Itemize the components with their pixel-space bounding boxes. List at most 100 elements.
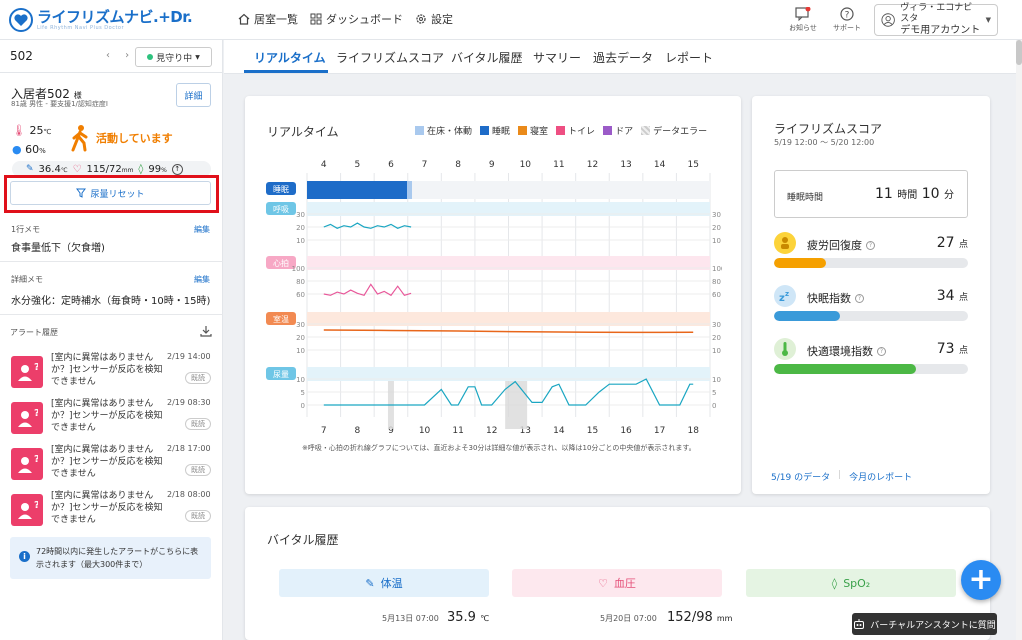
- nav-settings[interactable]: 設定: [415, 11, 453, 27]
- alert-item[interactable]: ? [室内に異常はありませんか？]センサーが反応を検知できません 2/19 08…: [10, 398, 212, 444]
- add-button[interactable]: +: [961, 560, 1001, 600]
- help-icon[interactable]: ?: [855, 293, 864, 303]
- download-icon[interactable]: [200, 325, 212, 337]
- thermometer-icon: [774, 338, 796, 360]
- bp-unit: mm: [716, 614, 733, 623]
- score-bar-fill: [774, 364, 916, 374]
- y-tick-label: 100: [292, 265, 305, 273]
- y-tick-label: 20: [712, 224, 721, 232]
- temp-unit: ℃: [43, 128, 52, 136]
- sleep-index-label: 快眠指数: [807, 292, 851, 305]
- room-temperature: 25: [29, 124, 44, 137]
- sleep-bar: [307, 181, 407, 199]
- vital-history-title: バイタル履歴: [267, 533, 339, 547]
- memo1-edit-link[interactable]: 編集: [194, 224, 210, 235]
- score-links: 5/19 のデータ | 今月のレポート: [771, 470, 912, 483]
- legend-label: データエラー: [653, 127, 708, 137]
- account-menu[interactable]: ヴィラ・エコナビスタ デモ用アカウント ▼: [874, 3, 998, 36]
- tab-liferhythm-score[interactable]: ライフリズムスコア: [336, 49, 444, 66]
- heart-icon: ♡: [72, 163, 82, 175]
- room-environment: 🌡 25℃ ● 60%: [12, 122, 51, 160]
- status-dot-icon: [147, 54, 154, 60]
- humidity-icon: ●: [12, 143, 22, 156]
- alert-read-badge: 既読: [185, 464, 211, 476]
- y-tick-label: 10: [712, 376, 721, 384]
- tab-report[interactable]: レポート: [665, 49, 713, 66]
- room-nav-arrows[interactable]: ‹ ›: [106, 50, 135, 61]
- alert-info-box: i 72時間以内に発生したアラートがこちらに表示されます（最大300件まで）: [10, 537, 211, 579]
- support-button[interactable]: ? サポート: [830, 7, 864, 33]
- virtual-assistant-button[interactable]: バーチャルアシスタントに質問: [852, 613, 997, 635]
- y-tick-label: 20: [712, 334, 721, 342]
- thermometer-icon: 🌡: [12, 124, 26, 137]
- vital-tile-blood-pressure[interactable]: ♡ 血圧: [512, 569, 722, 597]
- detail-button[interactable]: 詳細: [176, 83, 211, 107]
- logo-text: ライフリズムナビ.+Dr.: [37, 8, 193, 26]
- funnel-icon: [76, 188, 87, 198]
- row-label: 尿量: [273, 370, 289, 379]
- monitoring-status-select[interactable]: 見守り中 ▼: [135, 47, 212, 67]
- tab-summary[interactable]: サマリー: [533, 49, 581, 66]
- vital-tile-spo2[interactable]: ◊ SpO₂: [746, 569, 956, 597]
- row-label: 心拍: [273, 258, 289, 268]
- scrollbar-thumb[interactable]: [1016, 40, 1022, 65]
- svg-text:z: z: [785, 290, 789, 298]
- alert-item[interactable]: ? [室内に異常はありませんか？]センサーが反応を検知できません 2/18 17…: [10, 444, 212, 490]
- chevron-down-icon: ▼: [195, 53, 200, 61]
- legend-swatch: [518, 126, 528, 135]
- y-tick-label: 30: [712, 321, 721, 329]
- nav-settings-label: 設定: [431, 13, 453, 26]
- help-icon[interactable]: ?: [866, 240, 875, 250]
- nav-rooms[interactable]: 居室一覧: [238, 11, 298, 27]
- app-header: ライフリズムナビ.+Dr. Life Rhythm Navi Plus Doct…: [0, 0, 1022, 40]
- alert-read-badge: 既読: [185, 372, 211, 384]
- y-tick-label: 60: [712, 291, 721, 299]
- x-tick-label: 10: [520, 160, 532, 170]
- notice-button[interactable]: お知らせ: [786, 7, 820, 33]
- score-bar: [774, 258, 968, 268]
- chart-note: ※呼吸・心拍の折れ線グラフについては、直近およそ30分は詳細な値が表示され、以降…: [302, 444, 696, 452]
- point-unit: 点: [958, 240, 968, 250]
- app-logo[interactable]: ライフリズムナビ.+Dr. Life Rhythm Navi Plus Doct…: [9, 7, 193, 33]
- alert-item[interactable]: ? [室内に異常はありませんか？]センサーが反応を検知できません 2/19 14…: [10, 352, 212, 398]
- help-icon[interactable]: ?: [877, 346, 886, 356]
- y-tick-label: 80: [296, 278, 305, 286]
- tab-past-data[interactable]: 過去データ: [593, 49, 653, 66]
- info-icon: i: [19, 551, 30, 562]
- spo2: 99: [148, 163, 162, 175]
- svg-text:?: ?: [34, 408, 38, 419]
- tab-realtime[interactable]: リアルタイム: [254, 49, 326, 66]
- bed-bar: [407, 181, 412, 199]
- sleep-time-label: 睡眠時間: [787, 193, 824, 203]
- notification-icon: [795, 7, 811, 21]
- memo2-edit-link[interactable]: 編集: [194, 274, 210, 285]
- nav-dashboard[interactable]: ダッシュボード: [310, 11, 403, 27]
- row-label: 呼吸: [273, 204, 289, 214]
- y-tick-label: 30: [296, 211, 305, 219]
- info-circle-icon[interactable]: ↑: [171, 163, 183, 175]
- x-tick-label: 14: [553, 426, 565, 436]
- support-label: サポート: [833, 24, 861, 32]
- environment-index-label: 快適環境指数: [807, 345, 873, 358]
- sleep-index-value: 34: [936, 288, 955, 304]
- realtime-chart: 4 5 6 7 8 9 10 11 12 13 14 157 8 9 10 11 12 13 14 15 16 17 18睡…: [266, 160, 722, 436]
- score-item-value: 27 点: [937, 235, 968, 251]
- page-scrollbar[interactable]: [1016, 40, 1022, 640]
- y-tick-label: 5: [712, 389, 716, 397]
- room-number: 502: [10, 49, 33, 63]
- logo-heart-icon: [9, 8, 33, 32]
- urine-reset-button[interactable]: 尿量リセット: [10, 181, 211, 205]
- tab-vital-history[interactable]: バイタル履歴: [451, 49, 523, 66]
- monthly-report-link[interactable]: 今月のレポート: [849, 470, 912, 483]
- day-data-link[interactable]: 5/19 のデータ: [771, 470, 830, 483]
- environment-index-value: 73: [936, 341, 955, 357]
- memo1-label: 1行メモ: [11, 225, 41, 234]
- alert-item[interactable]: ? [室内に異常はありませんか？]センサーが反応を検知できません 2/18 08…: [10, 490, 212, 536]
- x-tick-label: 16: [620, 426, 632, 436]
- urine-reset-label: 尿量リセット: [90, 189, 145, 200]
- bp-value: 152/98 mm: [667, 610, 732, 625]
- alert-person-icon: ?: [11, 356, 43, 388]
- walking-person-icon: [71, 125, 88, 152]
- y-tick-label: 5: [301, 389, 305, 397]
- vital-tile-temperature[interactable]: ✎ 体温: [279, 569, 489, 597]
